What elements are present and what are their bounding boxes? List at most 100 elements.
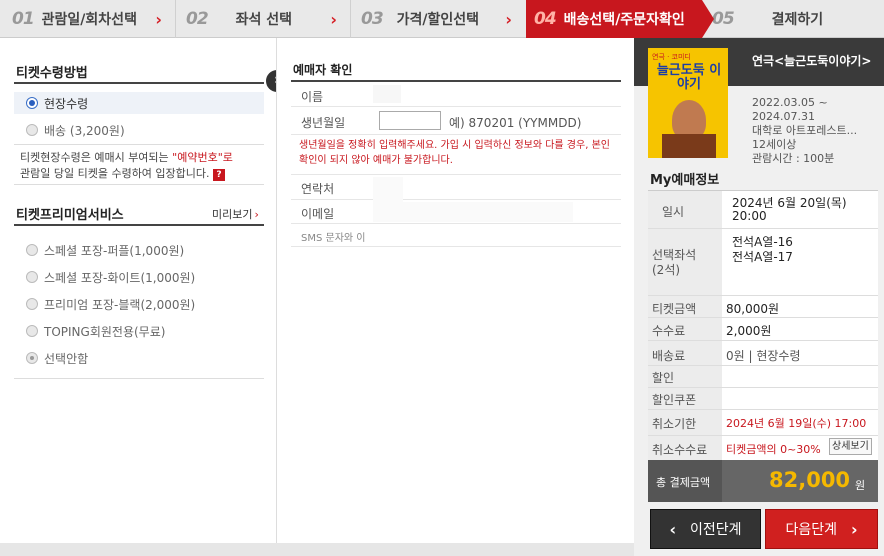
premium-option-none[interactable]: 선택안함 [26,348,88,368]
note-text-2: 관람일 당일 티켓을 수령하여 입장합니다. [20,167,210,180]
ticket-price-label: 티켓금액 [652,302,697,316]
next-step-label: 다음단계 [785,522,837,538]
venue: 대학로 아트포레스트... [752,124,858,137]
name-row: 이름 [291,82,621,107]
option-label: 현장수령 [44,96,89,111]
sms-label: SMS 문자와 이 [301,233,366,244]
option-label: 선택안함 [44,351,89,366]
step-label: 가격/할인선택 [396,12,480,28]
chevron-right-icon: › [850,519,858,539]
step-number: 02 [186,9,209,29]
total-label: 총 결제금액 [656,476,711,489]
poster-top-text: 연극 · 코미디 [652,53,691,61]
divider [648,365,878,366]
name-label: 이름 [301,90,324,104]
radio-unselected[interactable] [26,271,38,283]
poster-figure-body [662,134,716,158]
note-text: 티켓현장수령은 예매시 부여되는 [20,151,173,164]
radio-unselected[interactable] [26,325,38,337]
premium-service-title: 티켓프리미엄서비스 [16,208,124,223]
radio-selected-disabled[interactable] [26,352,38,364]
divider [14,224,264,226]
radio-unselected[interactable] [26,298,38,310]
receive-option-onsite[interactable]: 현장수령 [14,92,264,114]
option-label: 프리미엄 포장-블랙(2,000원) [44,297,196,312]
cancel-fee-value: 티켓금액의 0~30% [726,443,821,456]
option-label: 배송 (3,200원) [44,123,125,138]
email-label: 이메일 [301,207,335,221]
prev-step-button[interactable]: ‹ 이전단계 [650,509,761,549]
step-label: 관람일/회차선택 [41,12,137,28]
step-number: 05 [712,9,735,29]
left-panel: 티켓수령방법 현장수령 배송 (3,200원) 티켓현장수령은 예매시 부여되는… [0,38,276,543]
ticket-price-value: 80,000원 [726,302,780,316]
fee-value: 2,000원 [726,324,772,338]
help-icon[interactable]: ? [213,169,226,181]
age-limit: 12세이상 [752,138,797,151]
cancel-deadline-label: 취소기한 [652,417,697,431]
preview-link-label: 미리보기 [212,208,253,221]
receive-option-delivery[interactable]: 배송 (3,200원) [14,120,264,140]
period-end: 2024.07.31 [752,110,815,123]
total-amount: 82,000 원 [722,460,878,502]
discount-label: 할인 [652,371,675,385]
show-title[interactable]: 연극<늘근도둑이야기> [752,52,871,69]
divider [648,409,878,410]
step-3[interactable]: 03 가격/할인선택 › [351,0,526,38]
receive-note: 티켓현장수령은 예매시 부여되는 "예약번호"로 관람일 당일 티켓을 수령하여… [20,150,260,182]
radio-unselected[interactable] [26,124,38,136]
chevron-right-icon: › [505,10,512,29]
divider [648,317,878,318]
option-label: TOPING회원전용(무료) [44,324,166,339]
divider [648,340,878,341]
step-5: 05 결제하기 [702,0,884,38]
divider [14,184,264,185]
my-booking-title: My예매정보 [650,173,720,188]
premium-option-white[interactable]: 스페셜 포장-화이트(1,000원) [26,267,195,287]
total-unit: 원 [855,479,866,492]
fee-label: 수수료 [652,324,686,338]
option-label: 스페셜 포장-퍼플(1,000원) [44,243,185,258]
radio-unselected[interactable] [26,244,38,256]
divider [14,82,264,84]
chevron-right-icon: › [330,10,337,29]
birth-example: 예) 870201 (YYMMDD) [449,116,582,130]
email-value-masked [373,202,573,222]
name-value-masked [373,85,401,103]
birth-warning: 생년월일을 정확히 입력해주세요. 가입 시 입력하신 정보와 다를 경우, 본… [299,140,610,166]
chevron-left-icon: ‹ [669,519,677,539]
step-number: 04 [534,9,557,29]
note-highlight: "예약번호"로 [172,151,233,164]
time-value: 20:00 [732,209,767,223]
show-poster: 연극 · 코미디 늘근도둑 이야기 [648,48,728,158]
preview-link[interactable]: 미리보기 › [212,206,259,222]
email-row: 이메일 [291,200,621,224]
premium-option-black[interactable]: 프리미엄 포장-블랙(2,000원) [26,294,195,314]
step-2[interactable]: 02 좌석 선택 › [176,0,351,38]
option-label: 스페셜 포장-화이트(1,000원) [44,270,196,285]
step-4-active: 04 배송선택/주문자확인 [526,0,702,38]
receive-method-title: 티켓수령방법 [16,66,88,81]
divider [648,295,878,296]
divider [648,228,878,229]
divider [648,435,878,436]
runtime: 관람시간 : 100분 [752,152,835,165]
active-step-pointer [702,0,714,38]
divider [14,378,264,379]
step-label: 좌석 선택 [235,12,293,28]
radio-selected[interactable] [26,97,38,109]
next-step-button[interactable]: 다음단계 › [765,509,878,549]
prev-step-label: 이전단계 [690,522,742,538]
seat-value-2: 전석A열-17 [732,250,793,264]
buyer-confirm-panel: 예매자 확인 이름 생년월일 예) 870201 (YYMMDD) 생년월일을 … [276,38,634,543]
show-info: 2022.03.05 ~ 2024.07.31 대학로 아트포레스트... 12… [752,96,857,166]
total-value: 82,000 [769,468,851,492]
step-1[interactable]: 01 관람일/회차선택 › [0,0,176,38]
total-bar: 총 결제금액 82,000 원 [648,460,878,502]
premium-option-toping[interactable]: TOPING회원전용(무료) [26,321,165,341]
poster-title: 늘근도둑 이야기 [656,63,722,92]
detail-button[interactable]: 상세보기 [829,438,872,455]
birth-input[interactable] [379,111,441,130]
premium-option-purple[interactable]: 스페셜 포장-퍼플(1,000원) [26,240,184,260]
birth-label: 생년월일 [301,116,346,130]
